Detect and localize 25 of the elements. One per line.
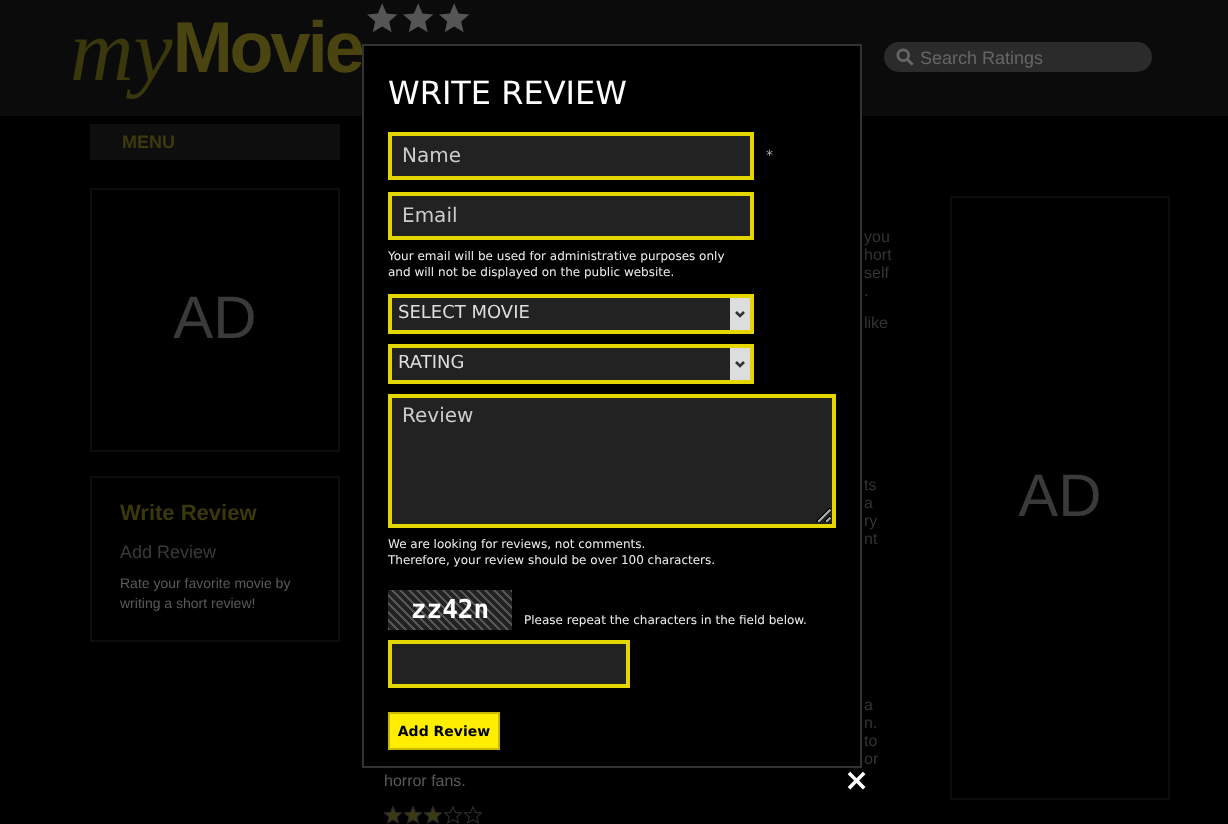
promo-title: Write Review [120,502,259,526]
rating-select[interactable]: RATING [388,344,754,384]
email-field[interactable]: Email [388,192,754,240]
captcha-field[interactable] [388,640,630,688]
movie-select[interactable]: SELECT MOVIE [388,294,754,334]
star-icon [384,806,402,824]
star-icon [424,806,442,824]
stars-icon [365,2,474,34]
name-field[interactable]: Name [388,132,754,180]
close-button[interactable]: × [840,766,874,796]
text-fragment: . [864,282,871,300]
search-field[interactable]: Search Ratings [884,42,1152,72]
star-icon [404,806,422,824]
logo-text: Movie [172,12,362,84]
chevron-icon [730,348,750,380]
star-icon [444,806,462,824]
ad-label: AD [1018,464,1102,532]
dialog-title: WRITE REVIEW [388,74,629,114]
chevron-icon [730,298,750,330]
captcha-image: zz42n [388,590,512,630]
search-icon [896,48,914,66]
star-icon [464,806,482,824]
ad-label: AD [173,286,257,354]
review-text: horror fans. [384,772,466,790]
review-field[interactable]: Review [388,394,836,528]
